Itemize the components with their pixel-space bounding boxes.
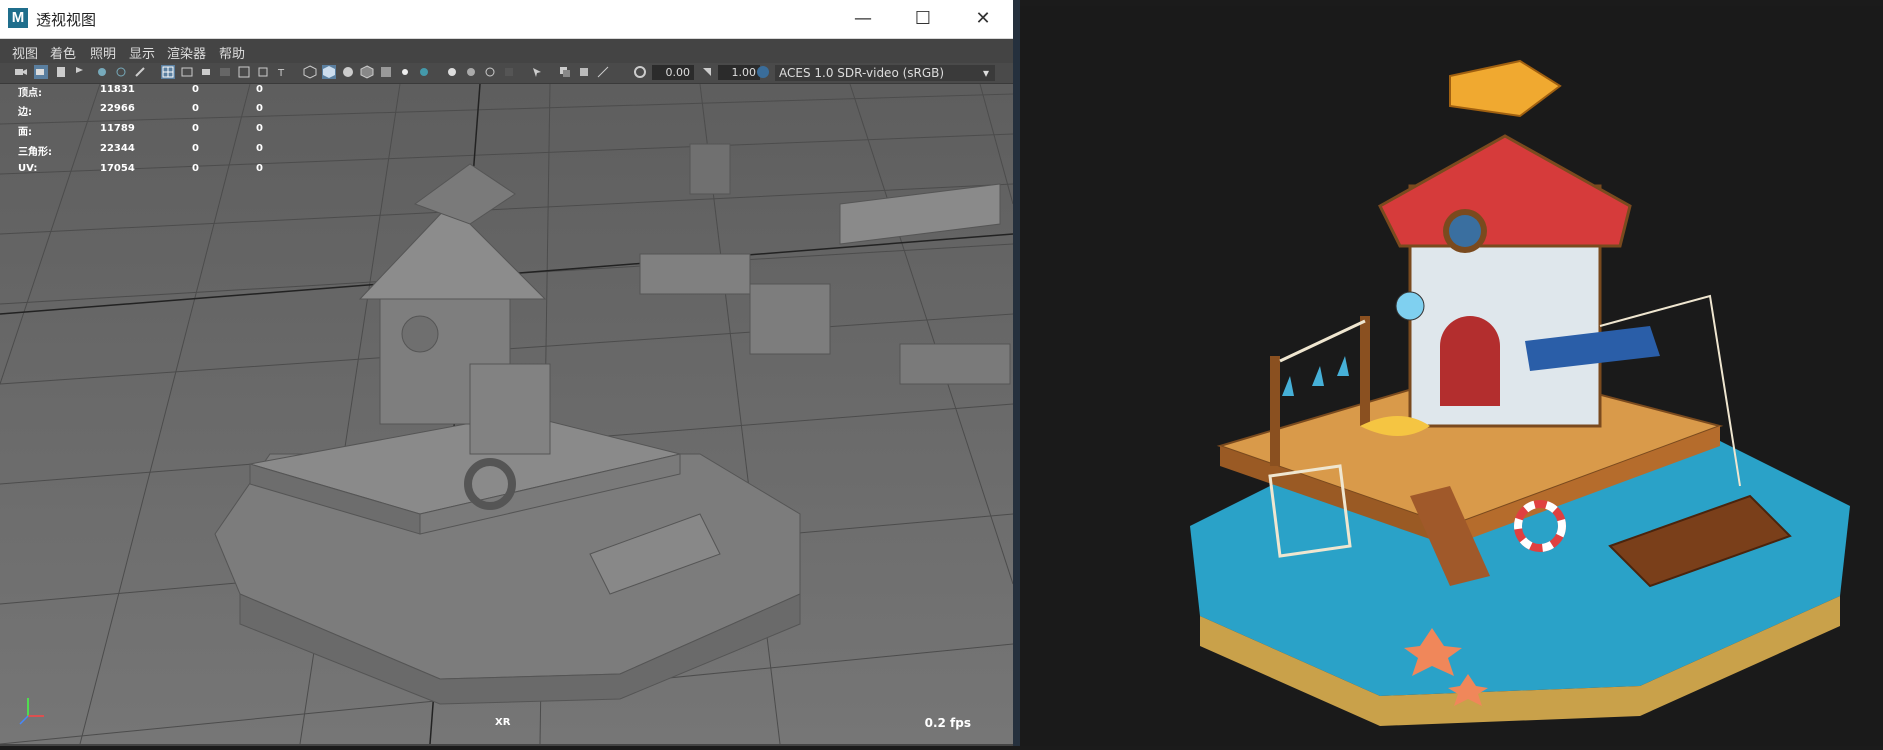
panel-toolbar: T 0.00 1.00 ACES 1.0 SDR-video (sRGB) ▾ xyxy=(0,63,1013,84)
isolate-select-icon[interactable] xyxy=(530,65,544,79)
camera-attr-icon[interactable] xyxy=(34,65,48,79)
dof-icon[interactable] xyxy=(502,65,516,79)
chevron-down-icon: ▾ xyxy=(982,66,989,80)
perspective-viewport[interactable]: 顶点: 11831 0 0 边: 22966 0 0 面: 11789 0 0 … xyxy=(0,84,1013,744)
gate-mask-icon[interactable] xyxy=(218,65,232,79)
motion-blur-icon[interactable] xyxy=(464,65,478,79)
render-preview-image xyxy=(1020,6,1883,746)
menu-bar: 视图 着色 照明 显示 渲染器 帮助 xyxy=(0,39,1013,63)
safe-title-icon[interactable]: T xyxy=(275,65,289,79)
film-gate-icon[interactable] xyxy=(180,65,194,79)
textured-icon[interactable] xyxy=(379,65,393,79)
flag-icon[interactable] xyxy=(72,65,86,79)
color-management-icon[interactable] xyxy=(756,65,770,79)
maya-window: M 透视视图 — ☐ ✕ 视图 着色 照明 显示 渲染器 帮助 T 0.00 1… xyxy=(0,0,1014,746)
bookmark-icon[interactable] xyxy=(54,65,68,79)
xray-active-icon[interactable] xyxy=(596,65,610,79)
svg-text:T: T xyxy=(277,68,285,79)
gamma-field[interactable]: 1.00 xyxy=(718,65,760,80)
fishing-hut-render xyxy=(1190,59,1850,726)
menu-show[interactable]: 显示 xyxy=(129,43,155,62)
maya-logo-icon: M xyxy=(8,8,28,28)
minimize-button[interactable]: — xyxy=(834,0,892,38)
menu-shading[interactable]: 着色 xyxy=(50,43,76,62)
maximize-button[interactable]: ☐ xyxy=(894,0,952,38)
grease-pencil-icon[interactable] xyxy=(95,65,109,79)
ao-icon[interactable] xyxy=(445,65,459,79)
menu-view[interactable]: 视图 xyxy=(12,43,38,62)
shadows-icon[interactable] xyxy=(417,65,431,79)
brush-icon[interactable] xyxy=(133,65,147,79)
background-window-edge xyxy=(1013,0,1020,746)
close-button[interactable]: ✕ xyxy=(954,0,1012,38)
xray-icon[interactable] xyxy=(558,65,572,79)
menu-lighting[interactable]: 照明 xyxy=(90,43,116,62)
gamma-icon[interactable] xyxy=(700,65,714,79)
smooth-shade-icon[interactable] xyxy=(322,65,336,79)
safe-action-icon[interactable] xyxy=(256,65,270,79)
default-material-icon[interactable] xyxy=(341,65,355,79)
color-space-select[interactable]: ACES 1.0 SDR-video (sRGB) ▾ xyxy=(775,65,995,81)
window-title: 透视视图 xyxy=(36,11,97,29)
field-chart-icon[interactable] xyxy=(237,65,251,79)
fps-counter: 0.2 fps xyxy=(924,716,971,730)
grid-toggle-icon[interactable] xyxy=(161,65,175,79)
menu-help[interactable]: 帮助 xyxy=(219,43,245,62)
xr-label: XR xyxy=(495,717,511,728)
camera-icon[interactable] xyxy=(14,65,28,79)
exposure-field[interactable]: 0.00 xyxy=(652,65,694,80)
wireframe-on-shaded-icon[interactable] xyxy=(360,65,374,79)
pan-zoom-icon[interactable] xyxy=(114,65,128,79)
menu-renderer[interactable]: 渲染器 xyxy=(167,43,206,62)
wireframe-icon[interactable] xyxy=(303,65,317,79)
xray-joints-icon[interactable] xyxy=(577,65,591,79)
lights-icon[interactable] xyxy=(398,65,412,79)
resolution-gate-icon[interactable] xyxy=(199,65,213,79)
aa-icon[interactable] xyxy=(483,65,497,79)
color-space-value: ACES 1.0 SDR-video (sRGB) xyxy=(779,66,945,80)
exposure-icon[interactable] xyxy=(633,65,647,79)
title-bar: M 透视视图 — ☐ ✕ xyxy=(0,0,1013,39)
viewport-scene xyxy=(0,84,1013,744)
